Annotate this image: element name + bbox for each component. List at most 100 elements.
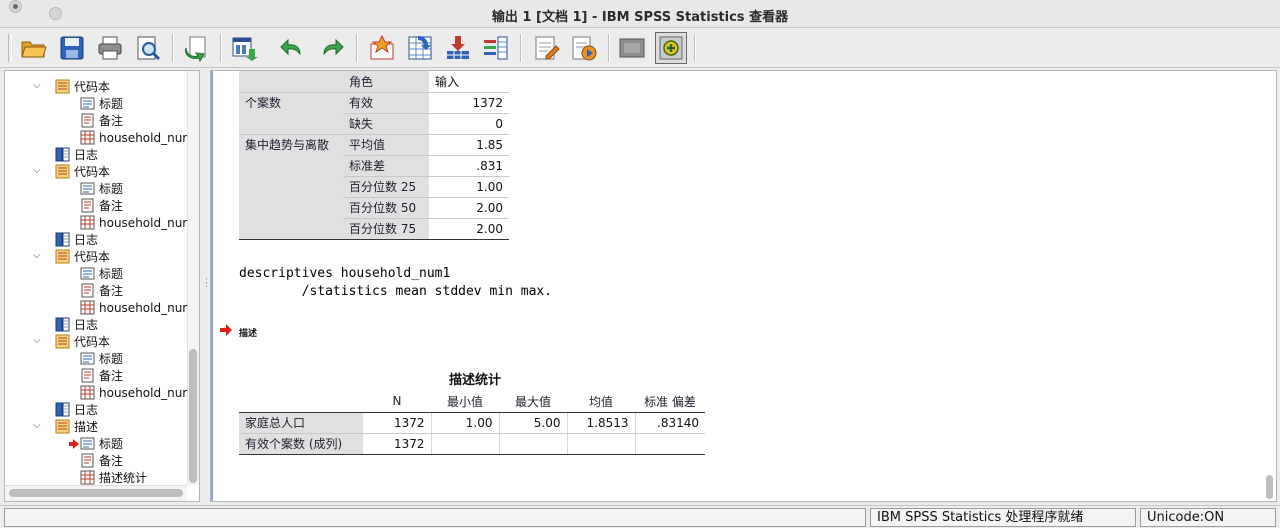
print-preview-button[interactable] (132, 32, 164, 64)
tree-node[interactable]: 日志 (55, 146, 98, 163)
chevron-down-icon[interactable]: ⌵ (33, 250, 43, 261)
chevron-down-icon[interactable]: ⌵ (33, 80, 43, 91)
tree-vertical-scroll-thumb[interactable] (189, 349, 197, 483)
codebook-row-label: 百分位数 50 (343, 197, 429, 219)
export-button[interactable] (180, 32, 212, 64)
goto-case-icon (370, 34, 394, 60)
descriptives-table[interactable]: N 最小值 最大值 均值 标准 偏差 家庭总人口 1372 1.00 5.00 … (239, 391, 705, 455)
title-icon (80, 96, 95, 111)
status-message-cell (4, 508, 866, 527)
goto-case-button[interactable] (366, 32, 398, 64)
syntax-log[interactable]: descriptives household_num1 /statistics … (239, 265, 552, 301)
codebook-icon (55, 334, 70, 349)
tree-node[interactable]: 代码本 (55, 248, 110, 265)
tree-node[interactable]: household_nur (80, 214, 187, 231)
tree-node-label: household_nur (99, 300, 188, 315)
table-row: 有效个案数 (成列) 1372 (239, 433, 705, 455)
tree-node-label: 日志 (74, 318, 99, 332)
codebook-group-spacer (239, 218, 343, 240)
toolbar-grip[interactable] (8, 34, 12, 62)
tree-node[interactable]: 描述统计 (80, 469, 147, 486)
codebook-row-value: .831 (429, 155, 509, 177)
notes-icon (80, 198, 95, 213)
tree-node[interactable]: 代码本 (55, 78, 110, 95)
chevron-down-icon[interactable]: ⌵ (33, 335, 43, 346)
tree-node[interactable]: household_nur (80, 299, 187, 316)
export-icon (185, 36, 206, 62)
tree-horizontal-scroll-thumb[interactable] (9, 489, 183, 497)
save-button[interactable] (56, 32, 88, 64)
print-button[interactable] (94, 32, 126, 64)
tree-node[interactable]: 日志 (55, 231, 98, 248)
undo-button[interactable] (276, 32, 308, 64)
codebook-group-spacer (239, 155, 343, 176)
tree-node[interactable]: 标题 (80, 435, 123, 452)
chevron-down-icon[interactable]: ⌵ (33, 420, 43, 431)
codebook-corner-cell (239, 71, 343, 93)
tree-node[interactable]: 备注 (80, 452, 123, 469)
codebook-row-label: 缺失 (343, 113, 429, 135)
add-output-button[interactable] (655, 32, 687, 64)
descriptives-corner-cell (239, 391, 363, 413)
content-vertical-scrollbar[interactable] (1262, 71, 1276, 501)
codebook-row-label: 百分位数 25 (343, 176, 429, 198)
tree-node[interactable]: 标题 (80, 95, 123, 112)
title-icon (80, 436, 95, 451)
syntax-button[interactable] (530, 32, 562, 64)
notes-icon (80, 113, 95, 128)
codebook-row-value: 2.00 (429, 218, 509, 240)
codebook-group-spacer (239, 176, 343, 197)
print-icon (98, 36, 122, 60)
tree-node[interactable]: 备注 (80, 197, 123, 214)
variables-button[interactable] (480, 32, 512, 64)
log-icon (55, 147, 70, 162)
chevron-down-icon[interactable]: ⌵ (33, 165, 43, 176)
tree-node[interactable]: household_nur (80, 384, 187, 401)
tree-node[interactable]: 代码本 (55, 333, 110, 350)
pane-splitter[interactable] (200, 70, 212, 502)
undo-icon (280, 38, 301, 56)
table-cell: .83140 (634, 412, 705, 434)
tree-node[interactable]: 备注 (80, 112, 123, 129)
tree-node[interactable]: 代码本 (55, 163, 110, 180)
goto-variable-icon (408, 36, 432, 60)
tree-node-label: 备注 (99, 199, 124, 213)
tree-node[interactable]: 备注 (80, 367, 123, 384)
tree-node-label: 代码本 (74, 80, 111, 94)
goto-variable-button[interactable] (404, 32, 436, 64)
redo-button[interactable] (316, 32, 348, 64)
table-cell: 1372 (363, 412, 431, 434)
recall-dialog-button[interactable] (228, 32, 260, 64)
designate-window-button[interactable] (616, 32, 648, 64)
tree-node-label: 日志 (74, 148, 99, 162)
section-heading[interactable]: 描述 (239, 326, 257, 339)
tree-node[interactable]: 日志 (55, 316, 98, 333)
output-content-pane[interactable]: 角色 输入 个案数 有效 1372 缺失 0 集中趋势与离散 平均值 1.85 … (210, 70, 1277, 502)
codebook-row-value: 1.00 (429, 176, 509, 198)
tree-node[interactable]: 标题 (80, 350, 123, 367)
tree-node[interactable]: 描述 (55, 418, 98, 435)
current-item-arrow-icon (220, 324, 232, 336)
codebook-row-label: 有效 (343, 92, 429, 114)
outline-tree[interactable]: ⌵ 代码本 标题 备注 household_nur 日志 ⌵ 代码本 标题 备注 household… (4, 70, 200, 502)
open-button[interactable] (18, 32, 50, 64)
title-icon (80, 266, 95, 281)
tree-node[interactable]: household_nur (80, 129, 187, 146)
descriptives-table-title[interactable]: 描述统计 (239, 369, 705, 388)
table-cell: 5.00 (498, 412, 567, 434)
selection-bar (211, 71, 213, 501)
tree-node[interactable]: 备注 (80, 282, 123, 299)
redo-icon (323, 38, 344, 56)
content-vertical-scroll-thumb[interactable] (1266, 475, 1273, 499)
run-script-icon (572, 36, 597, 61)
run-script-button[interactable] (568, 32, 600, 64)
tree-node[interactable]: 标题 (80, 265, 123, 282)
codebook-table[interactable]: 角色 输入 个案数 有效 1372 缺失 0 集中趋势与离散 平均值 1.85 … (239, 71, 509, 240)
codebook-icon (55, 249, 70, 264)
insert-cases-button[interactable] (442, 32, 474, 64)
tree-node[interactable]: 日志 (55, 401, 98, 418)
tree-node-label: 标题 (99, 97, 124, 111)
tree-node-label: 标题 (99, 182, 124, 196)
add-output-icon (659, 36, 683, 60)
tree-node[interactable]: 标题 (80, 180, 123, 197)
